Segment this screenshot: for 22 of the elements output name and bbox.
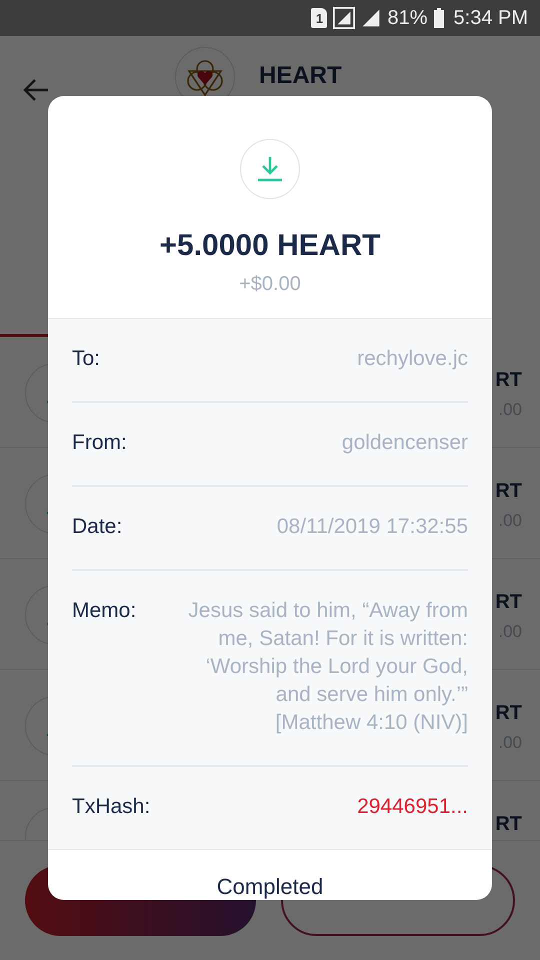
transaction-amount: RT bbox=[495, 479, 522, 503]
status-text: Completed bbox=[216, 874, 324, 900]
transaction-amount: RT bbox=[495, 590, 522, 614]
transaction-amount: +5.0000 HEART bbox=[160, 229, 380, 263]
detail-label: From: bbox=[72, 431, 127, 455]
detail-value: goldencenser bbox=[342, 430, 468, 456]
detail-label: To: bbox=[72, 347, 100, 371]
transaction-amount: RT bbox=[495, 701, 522, 725]
sim-indicator: 1 bbox=[311, 8, 328, 28]
detail-label: Memo: bbox=[72, 599, 136, 623]
battery-percent: 81% bbox=[387, 6, 428, 30]
detail-value: 08/11/2019 17:32:55 bbox=[276, 514, 468, 540]
token-name: HEART bbox=[259, 62, 342, 90]
detail-label: Date: bbox=[72, 515, 122, 539]
detail-label: TxHash: bbox=[72, 795, 150, 819]
clock-time: 5:34 PM bbox=[454, 6, 528, 30]
detail-value: Jesus said to him, “Away from me, Satan! For it is written: ‘Worship the Lord your God, and serve him only.’” [Matthew 4:10 (NIV)] bbox=[188, 598, 468, 736]
transaction-amount: RT bbox=[495, 812, 522, 836]
transaction-amount: RT bbox=[495, 368, 522, 392]
fiat-amount: +$0.00 bbox=[239, 273, 301, 296]
detail-value: rechylove.jc bbox=[357, 346, 468, 372]
hash-link[interactable]: 29446951... bbox=[357, 793, 468, 821]
